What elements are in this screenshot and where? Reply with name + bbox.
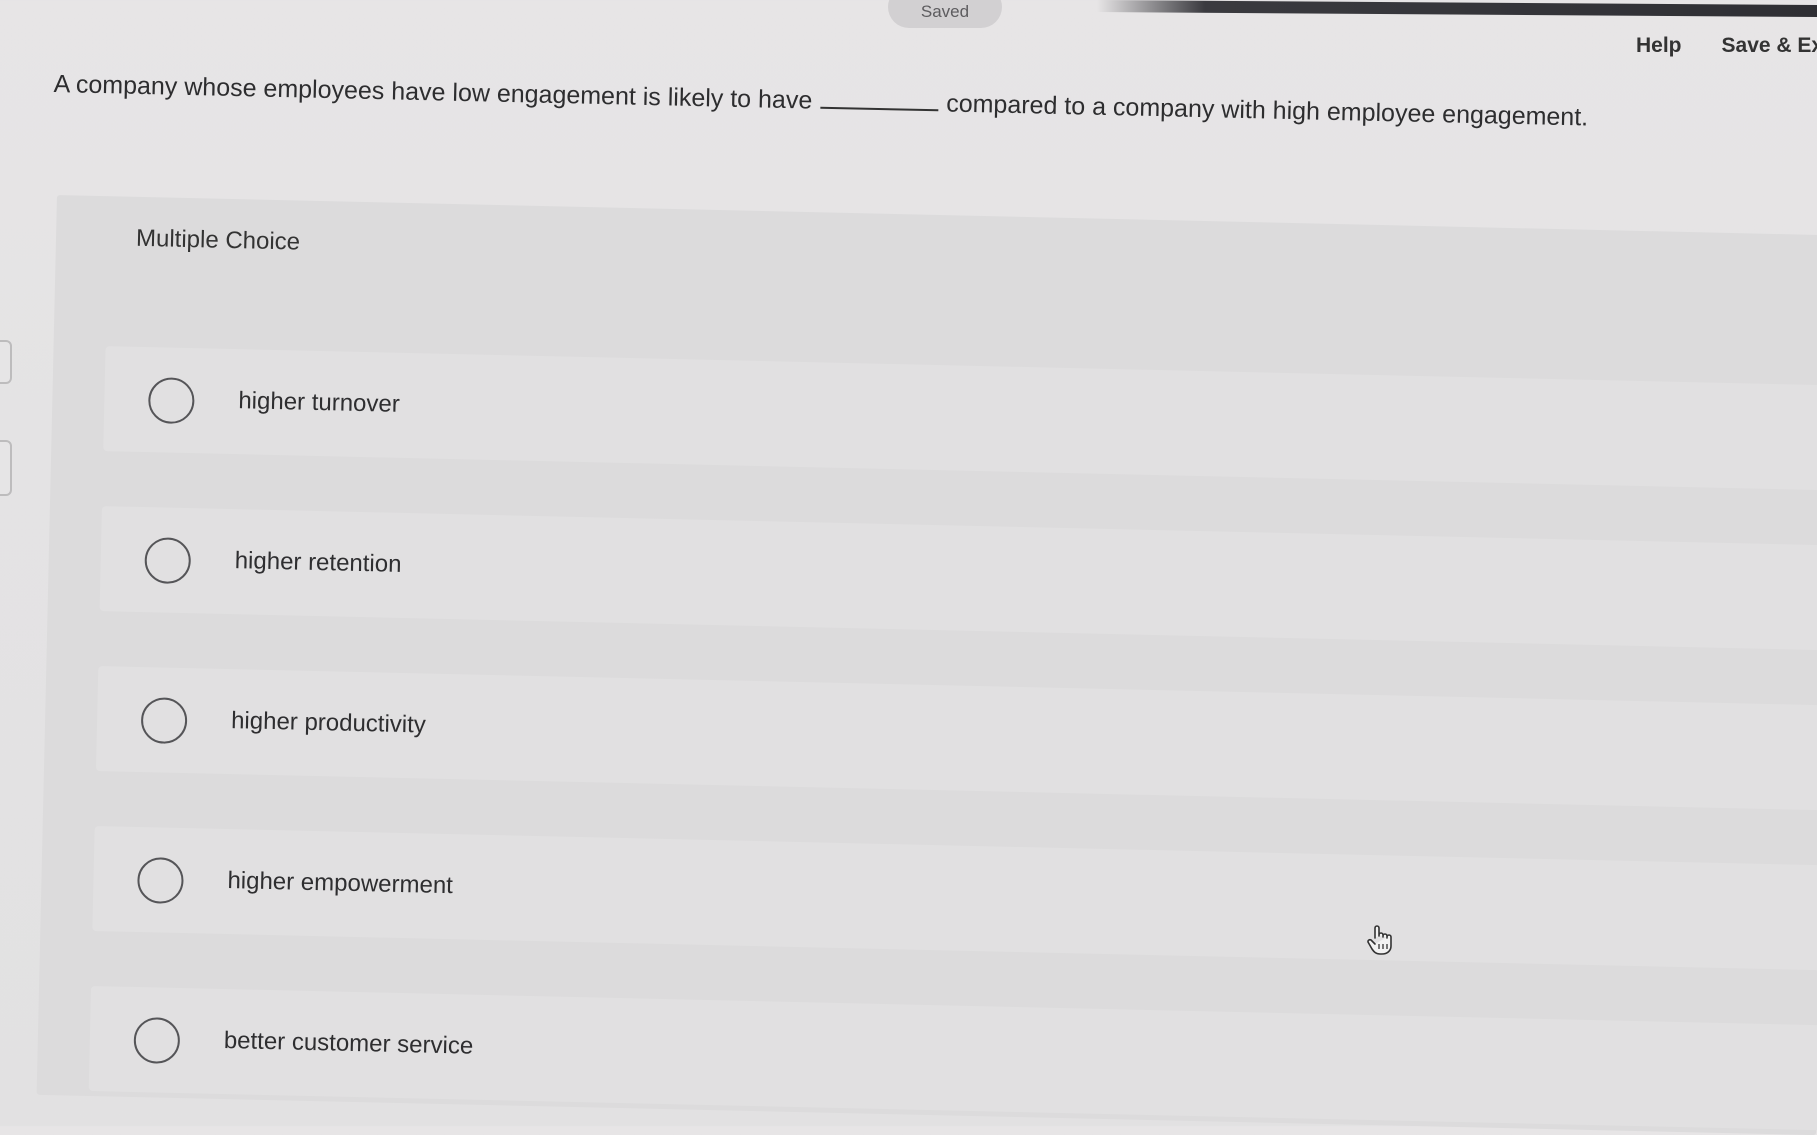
top-bar: [1097, 0, 1817, 18]
radio-circle-icon[interactable]: [133, 1016, 181, 1064]
radio-circle-icon[interactable]: [147, 377, 195, 425]
option-label: better customer service: [223, 1027, 474, 1060]
question-prompt: A company whose employees have low engag…: [53, 70, 1753, 136]
radio-circle-icon[interactable]: [144, 537, 192, 585]
multiple-choice-heading: Multiple Choice: [135, 224, 301, 256]
option-higher-empowerment[interactable]: higher empowerment: [92, 826, 1817, 971]
saved-status-label: Saved: [920, 2, 970, 21]
radio-circle-icon[interactable]: [136, 857, 184, 905]
left-edge-tab-bottom: [0, 440, 12, 496]
option-higher-retention[interactable]: higher retention: [99, 506, 1817, 651]
option-label: higher productivity: [230, 707, 427, 739]
hand-pointer-icon: [1367, 925, 1392, 955]
answer-blank: [820, 106, 939, 112]
left-edge-tab-top: [0, 340, 12, 384]
save-exit-button[interactable]: Save & Exi: [1722, 34, 1817, 58]
option-label: higher retention: [234, 547, 402, 578]
option-higher-turnover[interactable]: higher turnover: [103, 346, 1817, 491]
help-link[interactable]: Help: [1636, 34, 1682, 58]
option-better-customer-service[interactable]: better customer service: [88, 985, 1817, 1131]
header-links: Help Save & Exi: [1636, 34, 1817, 58]
multiple-choice-panel: Multiple Choice higher turnover higher r…: [36, 195, 1817, 1135]
radio-circle-icon[interactable]: [140, 697, 188, 745]
question-text-before: A company whose employees have low engag…: [53, 70, 813, 115]
question-text-after: compared to a company with high employee…: [945, 89, 1589, 132]
saved-status-badge: Saved: [888, 0, 1002, 28]
option-label: higher empowerment: [227, 867, 454, 900]
option-label: higher turnover: [238, 387, 401, 418]
option-higher-productivity[interactable]: higher productivity: [95, 666, 1817, 811]
